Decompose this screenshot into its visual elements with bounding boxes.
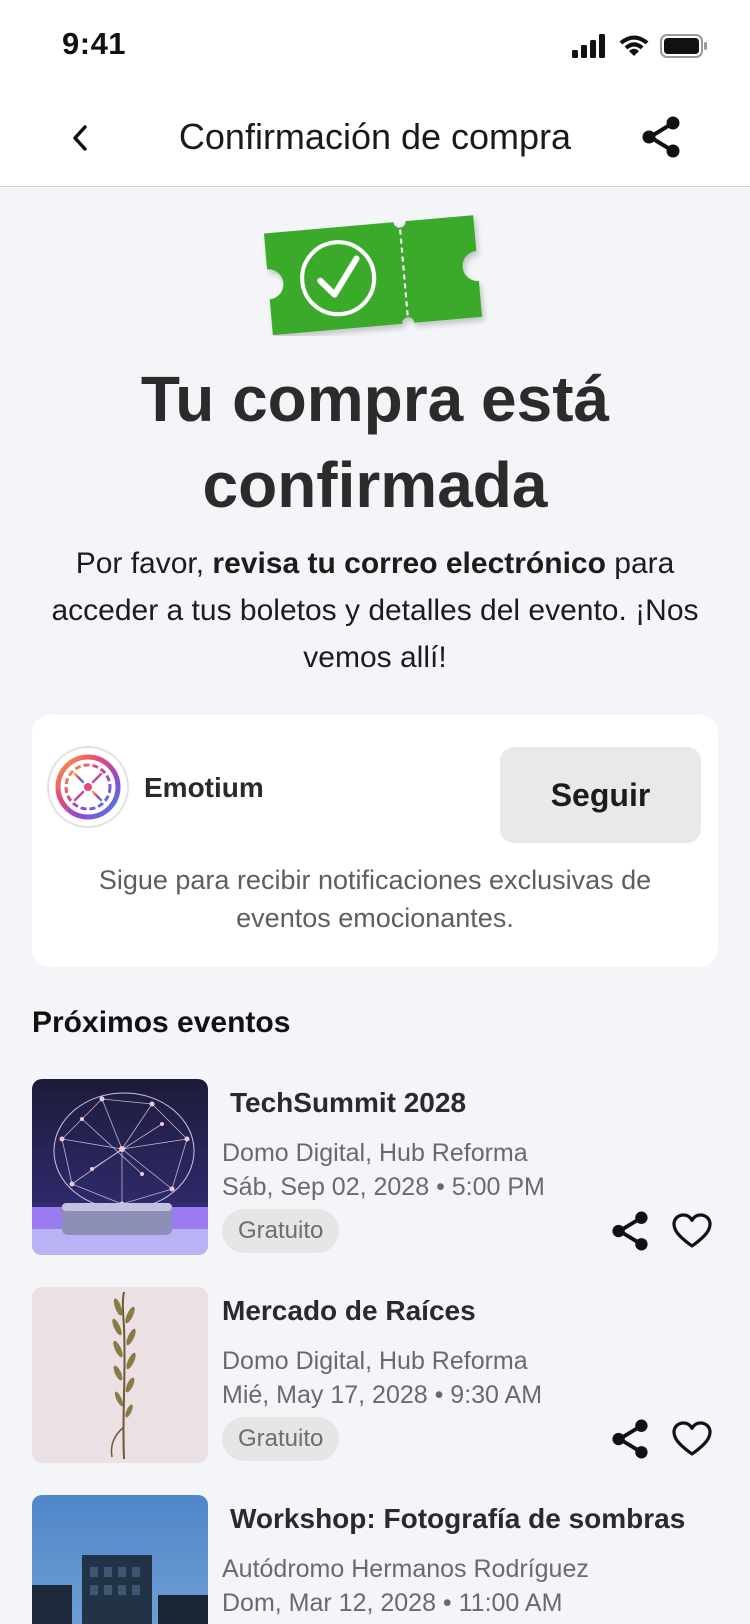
follow-note: Sigue para recibir notificaciones exclus… [98,865,652,933]
event-title[interactable]: TechSummit 2028 [230,1087,466,1119]
price-badge: Gratuito [222,1209,340,1253]
status-icons [572,32,708,60]
favorite-button[interactable] [670,1417,714,1461]
share-icon [642,116,680,158]
share-button[interactable] [638,112,684,162]
heart-icon [672,1213,712,1248]
event-title[interactable]: Workshop: Fotografía de sombras [230,1503,685,1535]
confirmation-message: Por favor, revisa tu correo electrónico … [40,540,710,681]
event-image[interactable] [32,1287,208,1463]
event-card[interactable]: Mercado de Raíces Domo Digital, Hub Refo… [32,1287,722,1463]
event-card[interactable]: TechSummit 2028 Domo Digital, Hub Reform… [32,1079,722,1255]
price-badge: Gratuito [222,1417,340,1461]
follow-button[interactable]: Seguir [500,747,701,843]
status-bar: 9:41 [0,0,750,92]
share-icon [612,1211,648,1251]
message-emphasis: revisa tu correo electrónico [212,547,606,580]
emotium-logo-icon [55,754,121,820]
status-time: 9:41 [62,26,127,61]
signal-icon [572,34,605,58]
message-prefix: Por favor, [75,547,213,580]
event-date: Dom, Mar 12, 2028 • 11:00 AM [222,1589,563,1617]
upcoming-events-title: Próximos eventos [32,1006,291,1039]
event-venue: Domo Digital, Hub Reforma [222,1139,528,1167]
event-image[interactable] [32,1495,208,1624]
confirmation-heading: Tu compra está confirmada [140,363,610,521]
organizer-avatar[interactable] [47,746,129,828]
event-venue: Autódromo Hermanos Rodríguez [222,1555,589,1583]
ticket-check-icon [263,215,483,336]
organizer-card: Emotium Seguir Sigue para recibir notifi… [32,715,718,967]
event-share-button[interactable] [608,1209,652,1253]
wifi-icon [619,35,649,56]
organizer-name[interactable]: Emotium [144,772,264,804]
battery-icon [660,34,707,58]
share-icon [612,1419,648,1459]
event-venue: Domo Digital, Hub Reforma [222,1347,528,1375]
event-card[interactable]: Workshop: Fotografía de sombras Autódrom… [32,1495,722,1624]
nav-bar: Confirmación de compra [0,92,750,187]
event-date: Sáb, Sep 02, 2028 • 5:00 PM [222,1173,545,1201]
favorite-button[interactable] [670,1209,714,1253]
event-share-button[interactable] [608,1417,652,1461]
heart-icon [672,1421,712,1456]
event-image[interactable] [32,1079,208,1255]
event-title[interactable]: Mercado de Raíces [222,1295,476,1327]
event-date: Mié, May 17, 2028 • 9:30 AM [222,1381,543,1409]
